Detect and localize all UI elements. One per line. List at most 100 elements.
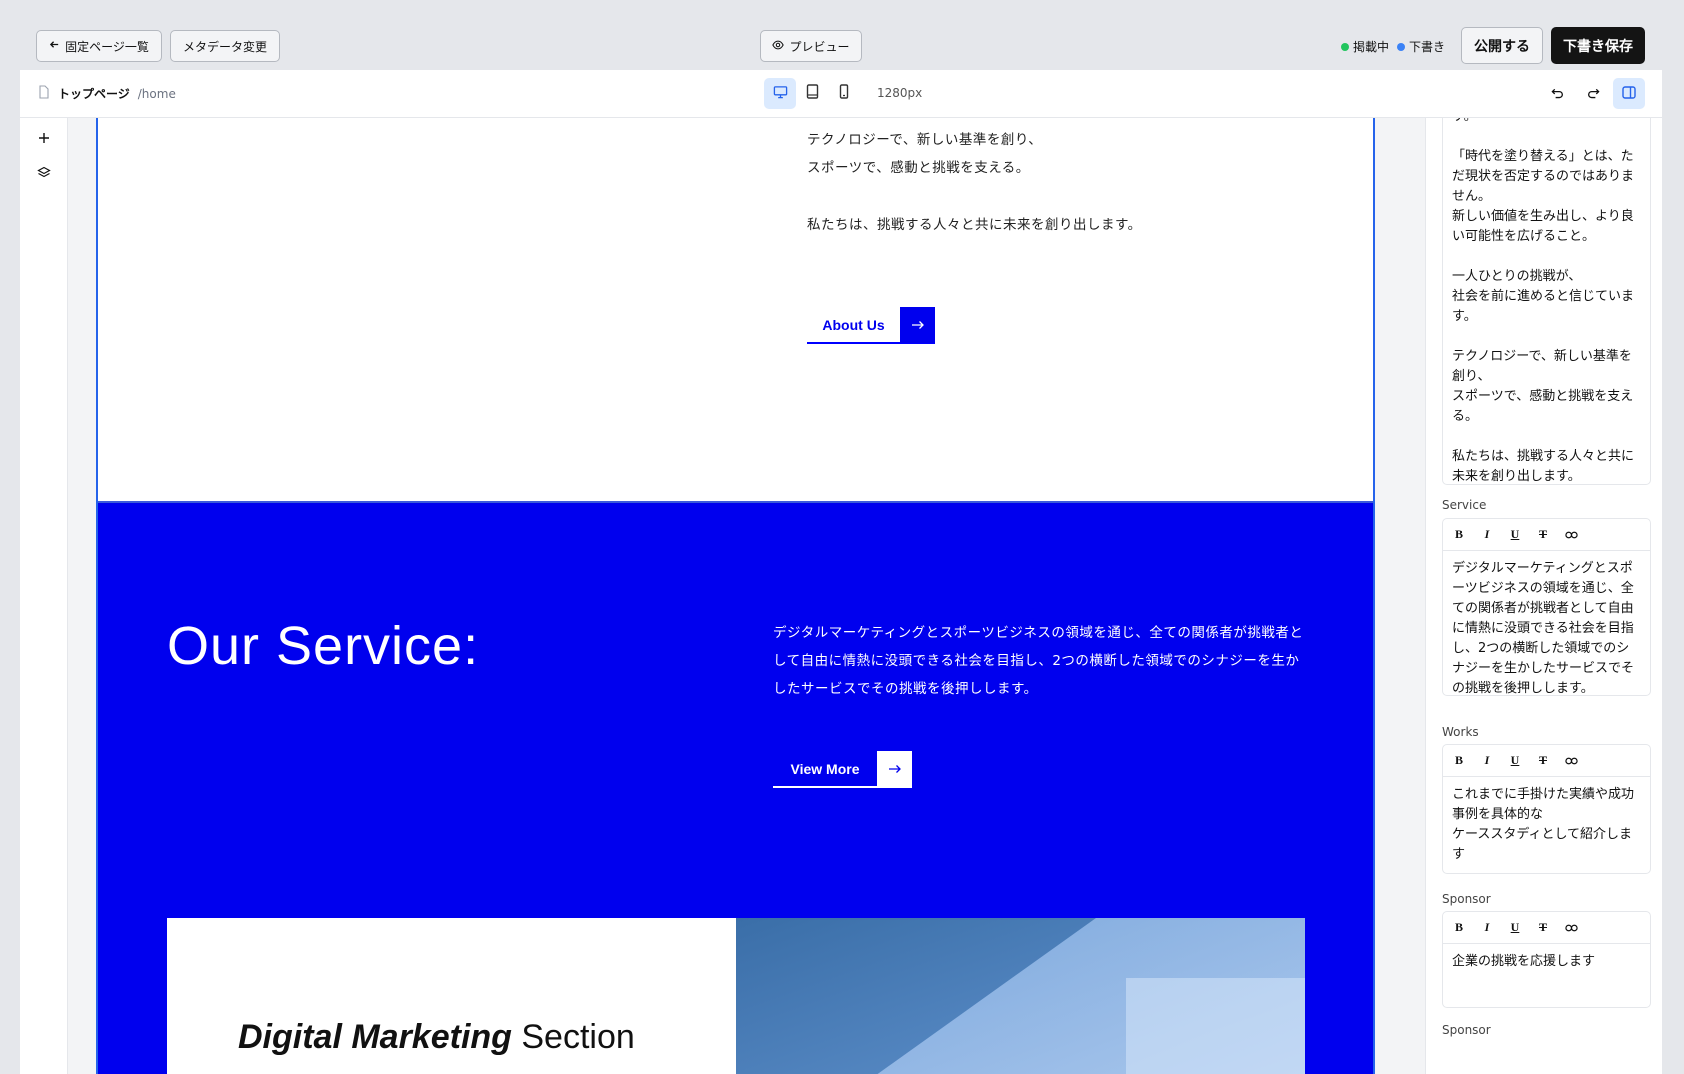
file-icon [38,85,50,102]
about-line-3: 私たちは、挑戦する人々と共に未来を創り出します。 [807,217,1142,233]
view-more-label: View More [790,761,860,777]
desktop-view-button[interactable] [764,78,796,109]
link-icon[interactable] [1561,751,1581,771]
about-editor-line: スポーツで、感動と挑戦を支える。 [1452,389,1634,424]
digital-marketing-title-emphasis: Digital Marketing [238,1018,512,1056]
preview-label: プレビュー [789,39,850,54]
about-editor-line [1452,327,1641,347]
service-section: Our Service: デジタルマーケティングとスポーツビジネスの領域を通じ、… [98,501,1373,1074]
underline-button[interactable]: U [1505,751,1525,771]
publish-button[interactable]: 公開する [1461,27,1543,64]
works-editor[interactable]: B I U T これまでに手掛けた実績や成功事例を具体的な ケーススタディとして… [1442,744,1651,874]
service-format-toolbar: B I U T [1443,519,1650,551]
tablet-view-button[interactable] [796,78,828,109]
bold-button[interactable]: B [1449,751,1469,771]
redo-icon [1587,84,1600,103]
viewport-width-label: 1280px [877,86,923,100]
underline-button[interactable]: U [1505,918,1525,938]
page-frame[interactable]: テクノロジーで、新しい基準を創り、 スポーツで、感動と挑戦を支える。 私たちは、… [96,118,1375,1074]
tablet-icon [806,84,819,103]
back-to-pages-button[interactable]: 固定ページ一覧 [36,30,162,62]
works-editor-text[interactable]: これまでに手掛けた実績や成功事例を具体的な ケーススタディとして紹介します [1443,777,1650,873]
mobile-icon [839,84,849,103]
about-line-2: スポーツで、感動と挑戦を支える。 [807,160,1030,176]
undo-button[interactable] [1541,78,1573,109]
redo-button[interactable] [1577,78,1609,109]
link-icon[interactable] [1561,918,1581,938]
arrow-right-icon [877,751,912,787]
properties-panel: す。「時代を塗り替える」とは、ただ現状を否定するのではありません。新しい価値を生… [1425,118,1662,1074]
left-rail [20,118,68,1074]
desktop-icon [773,84,788,103]
page-breadcrumb: トップページ /home [38,85,176,102]
mobile-view-button[interactable] [828,78,860,109]
italic-button[interactable]: I [1477,751,1497,771]
works-field-label: Works [1442,725,1479,739]
status-live: 掲載中 [1341,38,1389,55]
link-icon[interactable] [1561,525,1581,545]
digital-marketing-title-rest: Section [511,1018,635,1056]
view-more-button[interactable]: View More [773,751,912,788]
italic-button[interactable]: I [1477,525,1497,545]
about-editor-line: 私たちは、挑戦する人々と共に未来を創り出します。 [1452,449,1635,484]
plus-icon [38,129,50,148]
strikethrough-button[interactable]: T [1533,918,1553,938]
status-draft: 下書き [1397,38,1445,55]
strikethrough-button[interactable]: T [1533,525,1553,545]
service-field-label: Service [1442,498,1487,512]
page-name: トップページ [58,87,130,101]
about-editor-line: 新しい価値を生み出し、より良い可能性を広げること。 [1452,209,1634,244]
save-draft-button[interactable]: 下書き保存 [1551,27,1645,64]
sponsor-format-toolbar: B I U T [1443,912,1650,944]
editor-toolbar: トップページ /home 1280px [20,70,1662,118]
about-editor[interactable]: す。「時代を塗り替える」とは、ただ現状を否定するのではありません。新しい価値を生… [1442,118,1651,485]
sponsor-field-label: Sponsor [1442,892,1491,906]
layers-icon [37,165,51,184]
status-draft-dot [1397,42,1405,51]
arrow-left-icon [49,39,60,53]
metadata-button[interactable]: メタデータ変更 [170,30,280,62]
service-description: デジタルマーケティングとスポーツビジネスの領域を通じ、全ての関係者が挑戦者として… [773,625,1304,697]
sidebar-panel-icon [1622,84,1636,103]
about-editor-line: す。 [1452,118,1641,127]
status-live-label: 掲載中 [1353,40,1390,54]
about-editor-line: 「時代を塗り替える」とは、ただ現状を否定するのではありません。 [1452,149,1635,204]
about-editor-line: テクノロジーで、新しい基準を創り、 [1452,349,1632,384]
underline-button[interactable]: U [1505,525,1525,545]
page-path: /home [137,86,176,101]
arrow-right-icon [900,307,935,343]
about-editor-line [1452,247,1641,267]
undo-icon [1550,84,1564,103]
add-block-button[interactable] [32,126,56,150]
about-editor-line [1452,127,1641,147]
toggle-panel-button[interactable] [1613,78,1645,109]
works-line-2: ケーススタディとして紹介します [1452,827,1633,862]
service-editor[interactable]: B I U T デジタルマーケティングとスポーツビジネスの領域を通じ、全ての関係… [1442,518,1651,696]
status-live-dot [1341,42,1349,51]
sponsor2-field-label: Sponsor [1442,1023,1491,1037]
sponsor-editor-text[interactable]: 企業の挑戦を応援します [1443,944,1650,980]
service-editor-text[interactable]: デジタルマーケティングとスポーツビジネスの領域を通じ、全ての関係者が挑戦者として… [1443,551,1650,695]
bold-button[interactable]: B [1449,525,1469,545]
digital-marketing-image [736,918,1305,1074]
about-us-button[interactable]: About Us [807,307,935,344]
bold-button[interactable]: B [1449,918,1469,938]
editor-window: トップページ /home 1280px テクノロジーで、新しい基準を創り、 スポ… [20,70,1662,1074]
about-us-label: About Us [822,317,885,333]
about-line-1: テクノロジーで、新しい基準を創り、 [807,132,1043,148]
device-switcher [764,78,860,109]
status-draft-label: 下書き [1409,40,1446,54]
preview-button[interactable]: プレビュー [760,30,862,62]
works-format-toolbar: B I U T [1443,745,1650,777]
strikethrough-button[interactable]: T [1533,751,1553,771]
about-editor-line: 一人ひとりの挑戦が、 [1452,269,1582,284]
works-line-1: これまでに手掛けた実績や成功事例を具体的な [1452,787,1635,822]
metadata-label: メタデータ変更 [182,39,267,54]
sponsor-editor[interactable]: B I U T 企業の挑戦を応援します [1442,911,1651,1008]
layers-button[interactable] [32,162,56,186]
about-editor-text[interactable]: す。「時代を塗り替える」とは、ただ現状を否定するのではありません。新しい価値を生… [1443,118,1650,484]
about-editor-line [1452,427,1641,447]
italic-button[interactable]: I [1477,918,1497,938]
service-title: Our Service: [167,616,480,676]
eye-icon [772,39,785,54]
